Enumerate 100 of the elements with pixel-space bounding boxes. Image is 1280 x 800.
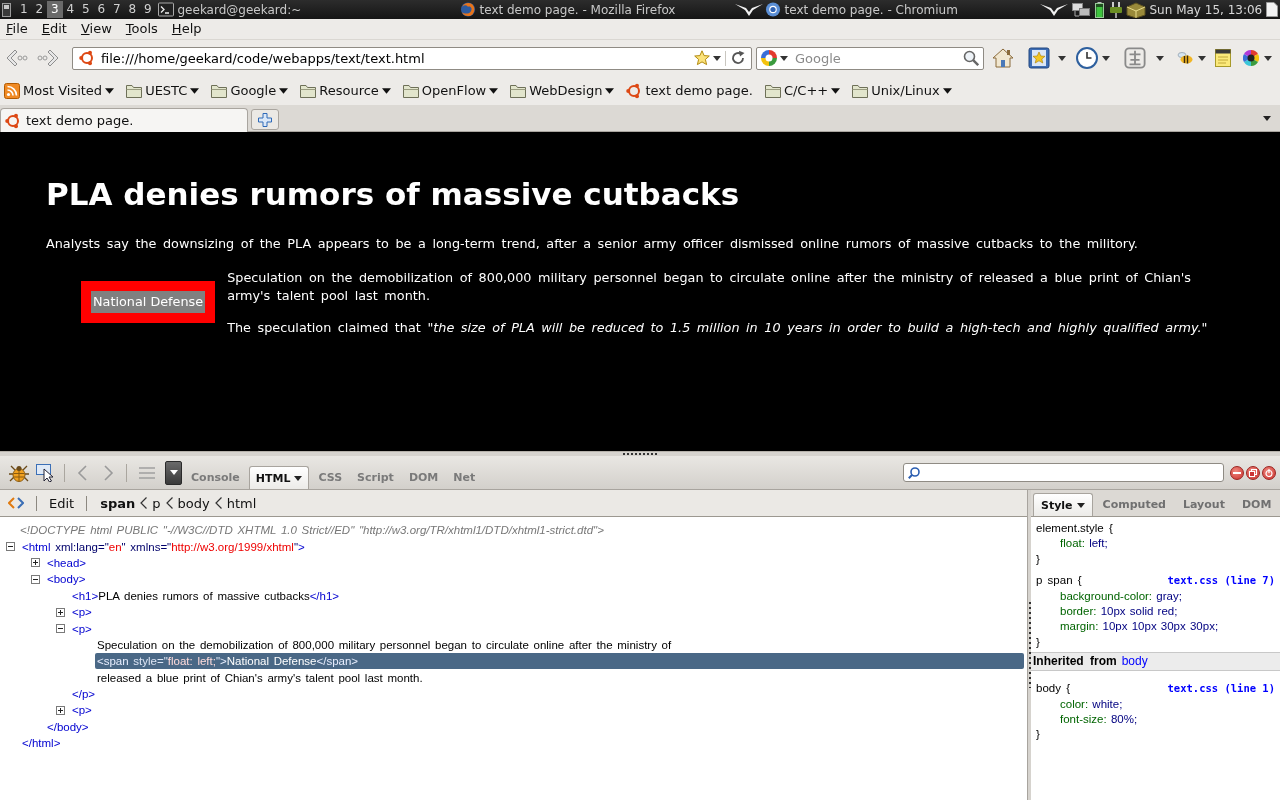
element-node[interactable]: <head> bbox=[45, 554, 88, 571]
workspace-button[interactable]: 9 bbox=[140, 1, 156, 18]
workspace-button[interactable]: 6 bbox=[93, 1, 109, 18]
taskbar-window-button[interactable]: text demo page. - Mozilla Firefox bbox=[459, 1, 676, 18]
browser-tab[interactable]: text demo page. bbox=[0, 108, 248, 132]
workspace-button[interactable]: 7 bbox=[109, 1, 125, 18]
element-node[interactable]: <html xml:lang="en" xmlns="http://w3.org/1999/xhtml"> bbox=[20, 538, 307, 555]
caret-icon[interactable] bbox=[780, 55, 788, 61]
element-node[interactable]: <h1>PLA denies rumors of massive cutbacks</h1> bbox=[70, 587, 342, 604]
bookmark-item[interactable]: Resource bbox=[300, 79, 391, 102]
bookmark-item[interactable]: Most Visited bbox=[4, 79, 115, 102]
css-declaration[interactable]: border: 10px solid red; bbox=[1060, 604, 1178, 620]
closing-tag[interactable]: </p> bbox=[70, 686, 98, 703]
bookmark-item[interactable]: WebDesign bbox=[510, 79, 615, 102]
menu-item[interactable]: File bbox=[0, 19, 34, 39]
workspace-button[interactable]: 3 bbox=[47, 1, 63, 18]
css-declaration[interactable]: font-size: 80%; bbox=[1060, 712, 1138, 728]
caret-icon[interactable] bbox=[1263, 116, 1271, 121]
workspace-button[interactable]: 1 bbox=[16, 1, 32, 18]
breadcrumb-item[interactable]: p bbox=[151, 495, 162, 511]
plus-box-icon[interactable] bbox=[31, 558, 40, 568]
battery-icon[interactable] bbox=[1094, 1, 1104, 18]
bookmark-item[interactable]: Google bbox=[211, 79, 289, 102]
minus-box-icon[interactable] bbox=[31, 574, 40, 584]
breadcrumb-item[interactable]: span bbox=[99, 495, 137, 511]
bug-icon[interactable] bbox=[8, 463, 30, 482]
page-icon[interactable] bbox=[1266, 2, 1278, 17]
close-button[interactable] bbox=[1262, 465, 1276, 480]
menu-item[interactable]: Tools bbox=[119, 19, 164, 39]
source-link[interactable]: text.css (line 7) bbox=[1167, 573, 1275, 589]
plus-box-icon[interactable] bbox=[56, 607, 65, 617]
bookmark-item[interactable]: UESTC bbox=[126, 79, 200, 102]
source-link[interactable]: text.css (line 1) bbox=[1167, 681, 1275, 697]
notepad-icon[interactable] bbox=[1215, 49, 1231, 67]
forward-icon[interactable] bbox=[37, 48, 60, 68]
css-declaration[interactable]: margin: 10px 10px 30px 30px; bbox=[1060, 619, 1219, 635]
caret-icon[interactable] bbox=[1156, 55, 1164, 61]
element-node[interactable]: <span style="float: left;">National Defense</span> bbox=[95, 653, 1024, 670]
text-node[interactable]: Speculation on the demobilization of 800,000 military personnel began to circulate online after the ministry of bbox=[95, 636, 674, 653]
inspect-icon[interactable] bbox=[36, 463, 56, 482]
menu-item[interactable]: Edit bbox=[35, 19, 73, 39]
star-icon[interactable] bbox=[694, 50, 710, 66]
search-icon[interactable] bbox=[963, 50, 979, 66]
caret-icon[interactable] bbox=[1102, 55, 1110, 61]
clock-icon[interactable] bbox=[1076, 47, 1098, 69]
new-tab-button[interactable] bbox=[251, 109, 279, 130]
side-panel-tab[interactable]: DOM bbox=[1234, 493, 1279, 516]
bee-icon[interactable] bbox=[1177, 52, 1193, 64]
bookmark-item[interactable]: Unix/Linux bbox=[852, 79, 952, 102]
element-node[interactable]: <p> bbox=[70, 604, 94, 621]
taskbar-window-button[interactable]: text demo page. - Chromium bbox=[764, 1, 958, 18]
workspace-button[interactable]: 8 bbox=[124, 1, 140, 18]
plug-icon[interactable] bbox=[1108, 1, 1123, 18]
workspace-button[interactable]: 5 bbox=[78, 1, 94, 18]
logo-icon[interactable] bbox=[761, 50, 777, 66]
minimize-button[interactable] bbox=[1230, 465, 1244, 480]
closing-tag[interactable]: </body> bbox=[45, 718, 91, 735]
side-panel-tab[interactable]: Style bbox=[1033, 493, 1093, 516]
element-node[interactable]: <p> bbox=[70, 702, 94, 719]
breadcrumb-item[interactable]: html bbox=[225, 495, 258, 511]
bookmark-item[interactable]: OpenFlow bbox=[402, 79, 499, 102]
bookmark-icon[interactable] bbox=[1028, 47, 1050, 69]
workspace-button[interactable]: 4 bbox=[62, 1, 78, 18]
plus-box-icon[interactable] bbox=[56, 706, 65, 715]
color-wheel-icon[interactable] bbox=[1243, 50, 1259, 66]
stamp-icon[interactable] bbox=[1124, 47, 1146, 69]
minus-box-icon[interactable] bbox=[6, 542, 15, 552]
package-icon[interactable] bbox=[1125, 1, 1146, 18]
minus-box-icon[interactable] bbox=[56, 624, 65, 634]
inherited-link[interactable]: body bbox=[1121, 654, 1148, 670]
panel-tab[interactable]: HTML bbox=[248, 466, 310, 489]
css-declaration[interactable]: color: white; bbox=[1060, 696, 1123, 713]
menu-item[interactable]: Help bbox=[165, 19, 208, 39]
grip-icon[interactable] bbox=[1028, 602, 1031, 688]
side-panel-tab[interactable]: Layout bbox=[1176, 493, 1232, 516]
network-icon[interactable] bbox=[1071, 2, 1090, 17]
dropdown-button[interactable] bbox=[165, 460, 182, 485]
window-icon[interactable] bbox=[2, 2, 11, 17]
back-icon[interactable] bbox=[5, 48, 28, 68]
address-field[interactable]: file:///home/geekard/code/webapps/text/text.html bbox=[72, 46, 752, 70]
search-field[interactable]: Google bbox=[756, 46, 984, 70]
caret-icon[interactable] bbox=[1058, 55, 1066, 61]
caret-icon[interactable] bbox=[1198, 55, 1206, 61]
closing-tag[interactable]: </html> bbox=[20, 735, 63, 752]
breadcrumb-item[interactable]: body bbox=[176, 495, 211, 511]
edit-button[interactable]: Edit bbox=[49, 495, 75, 511]
side-panel-tab[interactable]: Computed bbox=[1095, 493, 1173, 516]
workspace-button[interactable]: 2 bbox=[31, 1, 47, 18]
taskbar-window-button[interactable]: geekard@geekard:~ bbox=[157, 1, 302, 18]
bookmark-item[interactable]: text demo page. bbox=[626, 79, 753, 102]
css-declaration[interactable]: background-color: gray; bbox=[1060, 588, 1182, 605]
reload-icon[interactable] bbox=[730, 50, 746, 66]
restore-button[interactable] bbox=[1246, 465, 1260, 480]
search-field[interactable] bbox=[903, 463, 1224, 482]
bookmark-item[interactable]: C/C++ bbox=[764, 79, 841, 102]
element-node[interactable]: <p> bbox=[70, 620, 94, 637]
text-node[interactable]: released a blue print of Chian's army's talent pool last month. bbox=[95, 669, 425, 686]
caret-icon[interactable] bbox=[713, 55, 721, 61]
home-icon[interactable] bbox=[992, 48, 1014, 68]
element-node[interactable]: <body> bbox=[45, 571, 88, 588]
